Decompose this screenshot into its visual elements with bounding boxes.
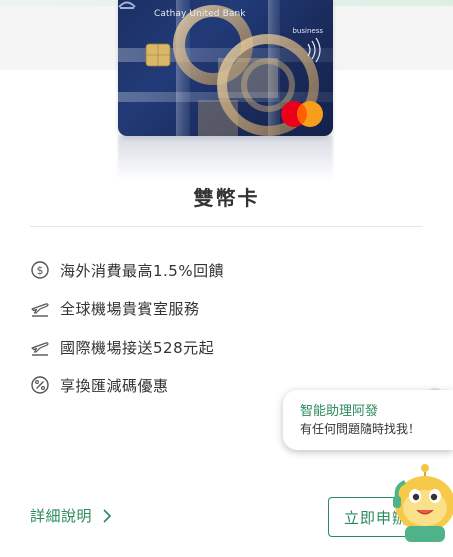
details-link[interactable]: 詳細說明 xyxy=(30,505,112,526)
feature-item: 全球機場貴賓室服務 xyxy=(30,297,200,319)
card-bank-name: Cathay United Bank xyxy=(154,9,246,19)
feature-text: 享換匯減碼優惠 xyxy=(60,376,169,395)
airplane-icon xyxy=(31,303,49,317)
divider xyxy=(30,226,423,227)
feature-item: 國際機場接送528元起 xyxy=(30,336,214,358)
card-tier-label: business xyxy=(292,27,323,35)
svg-text:$: $ xyxy=(37,264,44,277)
details-link-label: 詳細說明 xyxy=(30,507,93,525)
assistant-mascot-icon[interactable] xyxy=(391,462,453,542)
card-reflection xyxy=(118,136,333,181)
feature-item: 享換匯減碼優惠 xyxy=(30,374,169,396)
feature-text: 海外消費最高1.5%回饋 xyxy=(60,261,225,280)
airplane-icon xyxy=(31,342,49,356)
bank-logo-icon xyxy=(118,1,136,9)
credit-card-image: Cathay United Bank business xyxy=(118,0,333,185)
mastercard-logo xyxy=(281,101,323,127)
feature-text: 全球機場貴賓室服務 xyxy=(60,299,200,318)
product-title: 雙幣卡 xyxy=(193,186,260,210)
chevron-right-icon xyxy=(103,508,112,523)
card-face: Cathay United Bank business xyxy=(118,0,333,136)
assistant-title: 智能助理阿發 xyxy=(300,404,379,419)
assistant-subtitle: 有任何問題隨時找我！ xyxy=(300,422,421,436)
feature-item: $ 海外消費最高1.5%回饋 xyxy=(30,259,224,281)
card-artwork xyxy=(118,0,333,136)
percent-circle-icon xyxy=(31,376,49,394)
assistant-bubble[interactable]: 智能助理阿發 有任何問題隨時找我！ xyxy=(283,390,453,450)
dollar-circle-icon: $ xyxy=(31,261,49,279)
feature-text: 國際機場接送528元起 xyxy=(60,338,215,357)
